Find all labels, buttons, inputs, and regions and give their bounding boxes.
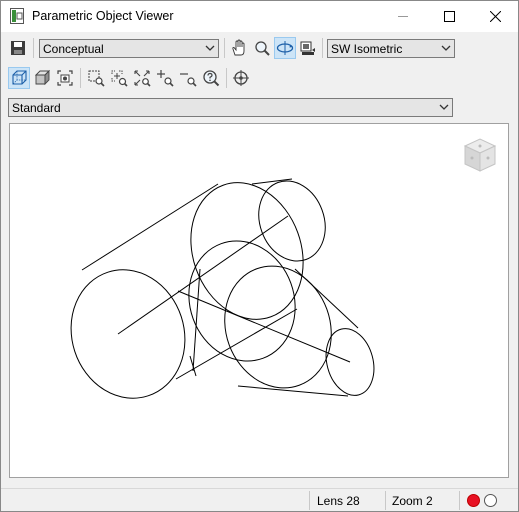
zoom-in-button[interactable] <box>154 67 176 89</box>
record-indicator[interactable] <box>467 494 480 507</box>
wireframe-button[interactable] <box>8 67 30 89</box>
orbit-icon <box>276 41 294 55</box>
close-button[interactable] <box>472 1 518 32</box>
status-bar: Lens 28 Zoom 2 <box>1 488 518 511</box>
snapshot-button[interactable] <box>54 67 76 89</box>
target-button[interactable] <box>230 67 252 89</box>
hand-icon <box>232 39 245 56</box>
visual-style-value: Conceptual <box>43 42 104 56</box>
visual-style-select[interactable]: Conceptual <box>39 39 219 58</box>
toolbar-separator <box>224 38 225 58</box>
minimize-button[interactable] <box>380 1 426 32</box>
window-title: Parametric Object Viewer <box>32 9 174 23</box>
app-icon <box>10 8 24 24</box>
view-preset-value: SW Isometric <box>331 42 403 56</box>
maximize-button[interactable] <box>426 1 472 32</box>
title-bar[interactable]: Parametric Object Viewer <box>1 1 518 32</box>
zoom-out-icon <box>180 73 197 87</box>
crosshair-icon <box>233 70 249 86</box>
zoom-extents-icon <box>134 70 151 87</box>
wireframe-cube-icon <box>12 70 27 85</box>
save-button[interactable] <box>7 37 29 59</box>
status-divider <box>459 491 460 510</box>
wireframe-model <box>70 178 375 399</box>
chevron-down-icon <box>205 45 215 51</box>
view-style-select[interactable]: Standard <box>8 98 453 117</box>
model-viewport[interactable] <box>9 123 509 478</box>
viewer-window: Parametric Object Viewer Conceptual SW I… <box>0 0 519 512</box>
zoom-window-icon <box>88 70 105 87</box>
maximize-icon <box>443 11 455 22</box>
view-preset-select[interactable]: SW Isometric <box>327 39 455 58</box>
viewcube-icon[interactable] <box>462 136 498 176</box>
zoom-help-button[interactable] <box>200 67 222 89</box>
toolbar-separator <box>322 38 323 58</box>
zoom-out-button[interactable] <box>177 67 199 89</box>
camera-icon <box>300 41 315 55</box>
view-style-value: Standard <box>12 101 61 115</box>
chevron-down-icon <box>441 45 451 51</box>
zoom-center-button[interactable] <box>108 67 130 89</box>
zoom-help-icon <box>203 70 220 87</box>
zoom-center-icon <box>111 70 128 87</box>
status-divider <box>385 491 386 510</box>
toolbar-separator <box>80 68 81 88</box>
idle-indicator[interactable] <box>484 494 497 507</box>
close-icon <box>489 11 501 22</box>
pan-button[interactable] <box>228 37 250 59</box>
orbit-button[interactable] <box>274 37 296 59</box>
zoom-button[interactable] <box>251 37 273 59</box>
toolbar-separator <box>226 68 227 88</box>
zoom-in-icon <box>157 70 174 87</box>
zoom-extents-button[interactable] <box>131 67 153 89</box>
magnifier-icon <box>254 40 270 56</box>
camera-button[interactable] <box>297 37 319 59</box>
zoom-readout: Zoom 2 <box>392 494 433 508</box>
minimize-icon <box>397 16 408 17</box>
shaded-cube-icon <box>34 69 51 86</box>
save-icon <box>11 41 25 55</box>
toolbar-view <box>1 65 518 91</box>
zoom-window-button[interactable] <box>85 67 107 89</box>
toolbar-separator <box>33 38 34 58</box>
toolbar-main: Conceptual SW Isometric <box>1 35 518 61</box>
status-divider <box>309 491 310 510</box>
lens-readout: Lens 28 <box>317 494 360 508</box>
snapshot-icon <box>57 70 73 86</box>
shaded-button[interactable] <box>31 67 53 89</box>
chevron-down-icon <box>439 104 449 110</box>
